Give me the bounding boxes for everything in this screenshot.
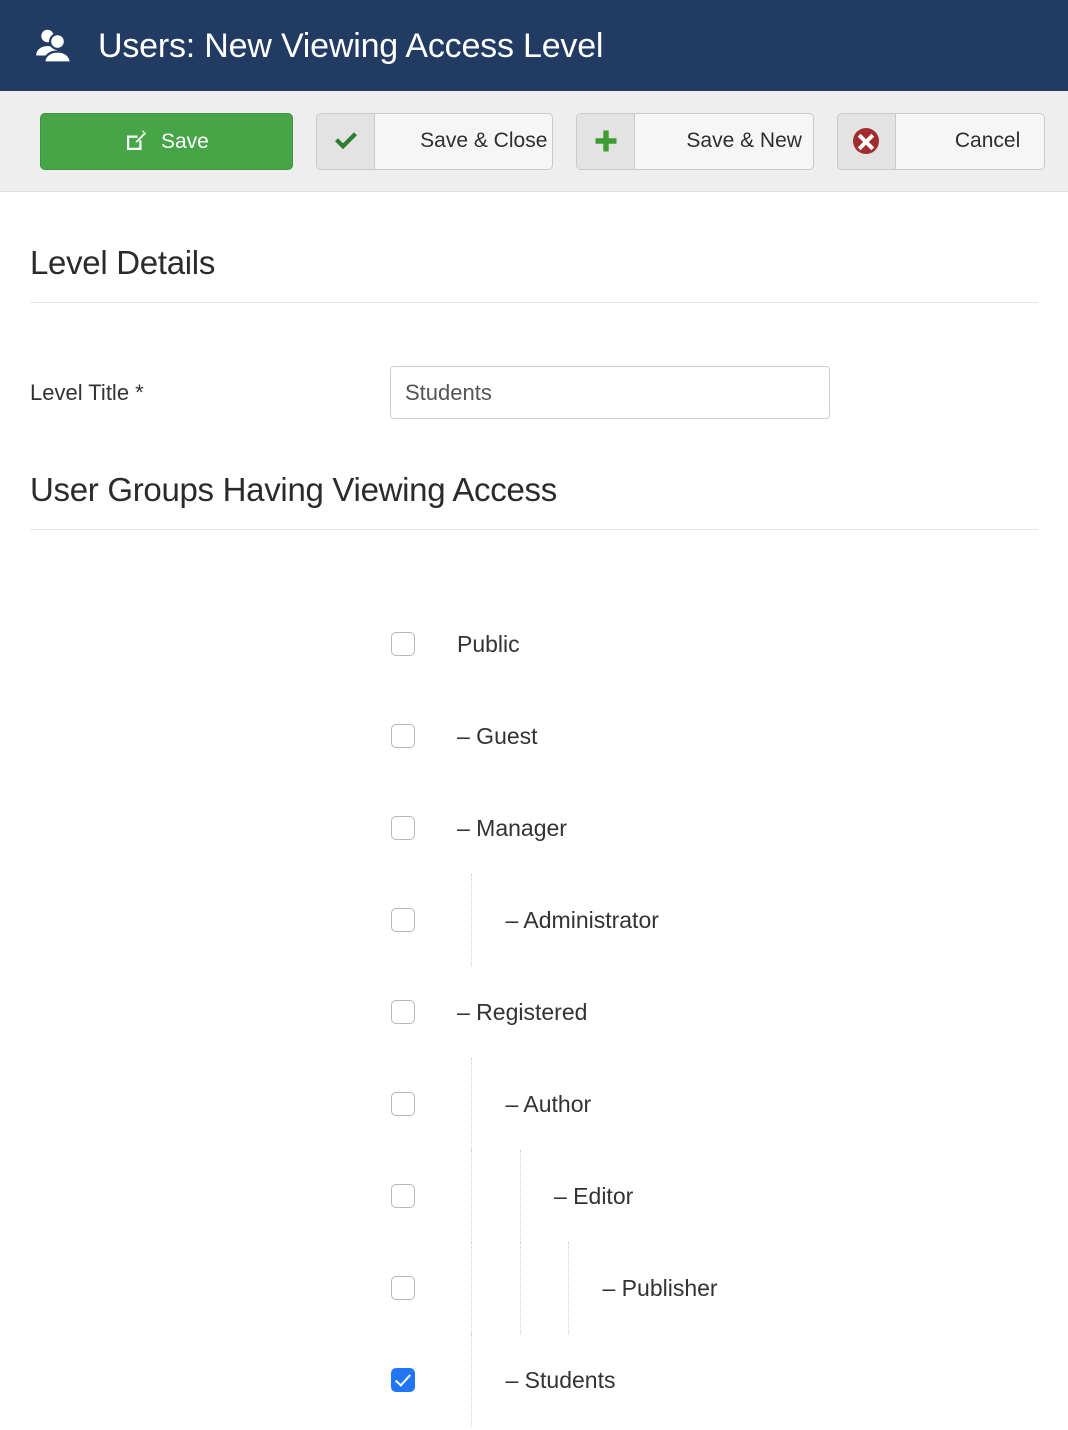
cancel-button[interactable]: Cancel (836, 112, 1045, 170)
user-group-checkbox[interactable] (391, 724, 415, 748)
user-group-checkbox[interactable] (391, 816, 415, 840)
cancel-icon-cell (837, 113, 896, 169)
user-group-label: – Manager (457, 814, 567, 841)
checkbox-wrapper (391, 908, 415, 932)
tree-guide-line (415, 1058, 472, 1150)
tree-guide-line (415, 1242, 472, 1334)
tree-guide-line (464, 1242, 520, 1334)
user-group-label: – Author (505, 1090, 592, 1117)
user-group-checkbox[interactable] (391, 1368, 415, 1392)
user-group-label: – Guest (457, 722, 538, 749)
checkbox-wrapper (391, 632, 415, 656)
level-details-divider (30, 302, 1038, 303)
user-group-label: – Students (505, 1366, 616, 1393)
user-groups-heading: User Groups Having Viewing Access (30, 471, 557, 508)
save-and-close-icon-cell (316, 113, 375, 169)
user-groups-list: Public – Guest – Manager – Administrator – R… (30, 598, 1038, 1426)
tree-indent-guides (415, 1058, 472, 1150)
circle-x-icon (853, 128, 880, 154)
app-header: Users: New Viewing Access Level (0, 0, 1068, 91)
user-group-checkbox[interactable] (391, 1092, 415, 1116)
user-group-row[interactable]: – Author (30, 1058, 1038, 1150)
user-group-row[interactable]: – Registered (30, 966, 1038, 1058)
level-details-heading: Level Details (30, 244, 216, 281)
page-title: Users: New Viewing Access Level (98, 26, 604, 65)
user-group-label: – Registered (457, 998, 588, 1025)
level-title-field-row: Level Title * (30, 366, 1038, 419)
checkbox-wrapper (391, 1276, 415, 1300)
checkbox-wrapper (391, 1092, 415, 1116)
user-group-row[interactable]: – Editor (30, 1150, 1038, 1242)
tree-guide-line (415, 874, 472, 966)
users-icon (36, 29, 72, 64)
user-group-checkbox[interactable] (391, 1184, 415, 1208)
user-groups-divider (30, 529, 1038, 530)
save-and-new-label: Save & New (686, 129, 802, 152)
check-icon (335, 132, 358, 150)
user-group-row[interactable]: Public (30, 598, 1038, 690)
user-group-label: – Editor (554, 1182, 634, 1209)
level-title-label: Level Title * (30, 379, 144, 405)
user-group-label: Public (457, 630, 520, 657)
checkbox-wrapper (391, 816, 415, 840)
tree-guide-line (415, 1150, 472, 1242)
cancel-label: Cancel (954, 129, 1021, 152)
checkbox-wrapper (391, 1368, 415, 1392)
user-group-label: – Administrator (505, 906, 659, 933)
tree-indent-guides (415, 1150, 520, 1242)
checkbox-wrapper (391, 1000, 415, 1024)
user-group-row[interactable]: – Guest (30, 690, 1038, 782)
user-group-row[interactable]: – Administrator (30, 874, 1038, 966)
user-group-label: – Publisher (602, 1274, 718, 1301)
checkbox-wrapper (391, 724, 415, 748)
user-group-checkbox[interactable] (391, 1000, 415, 1024)
level-title-input[interactable] (390, 366, 830, 419)
user-group-checkbox[interactable] (391, 1276, 415, 1300)
save-button[interactable]: Save (40, 112, 293, 170)
main-content: Level Details Level Title * User Groups … (0, 192, 1068, 1426)
edit-pencil-square-icon (126, 130, 147, 150)
user-group-checkbox[interactable] (391, 632, 415, 656)
tree-indent-guides (415, 874, 472, 966)
tree-indent-guides (415, 1334, 472, 1426)
tree-guide-line (512, 1242, 569, 1334)
tree-guide-line (464, 1150, 520, 1242)
user-group-row[interactable]: – Manager (30, 782, 1038, 874)
save-and-new-button[interactable]: Save & New (576, 112, 814, 170)
tree-guide-line (415, 1334, 472, 1426)
toolbar: Save Save & Close Save & New Cancel (0, 91, 1068, 192)
save-button-label: Save (160, 129, 209, 153)
plus-icon (595, 130, 617, 152)
user-group-checkbox[interactable] (391, 908, 415, 932)
save-and-new-icon-cell (577, 113, 636, 169)
user-group-row[interactable]: – Publisher (30, 1242, 1038, 1334)
checkbox-wrapper (391, 1184, 415, 1208)
user-group-row[interactable]: – Students (30, 1334, 1038, 1426)
save-and-close-label: Save & Close (420, 129, 548, 152)
tree-indent-guides (415, 1242, 569, 1334)
save-and-close-button[interactable]: Save & Close (315, 112, 554, 170)
